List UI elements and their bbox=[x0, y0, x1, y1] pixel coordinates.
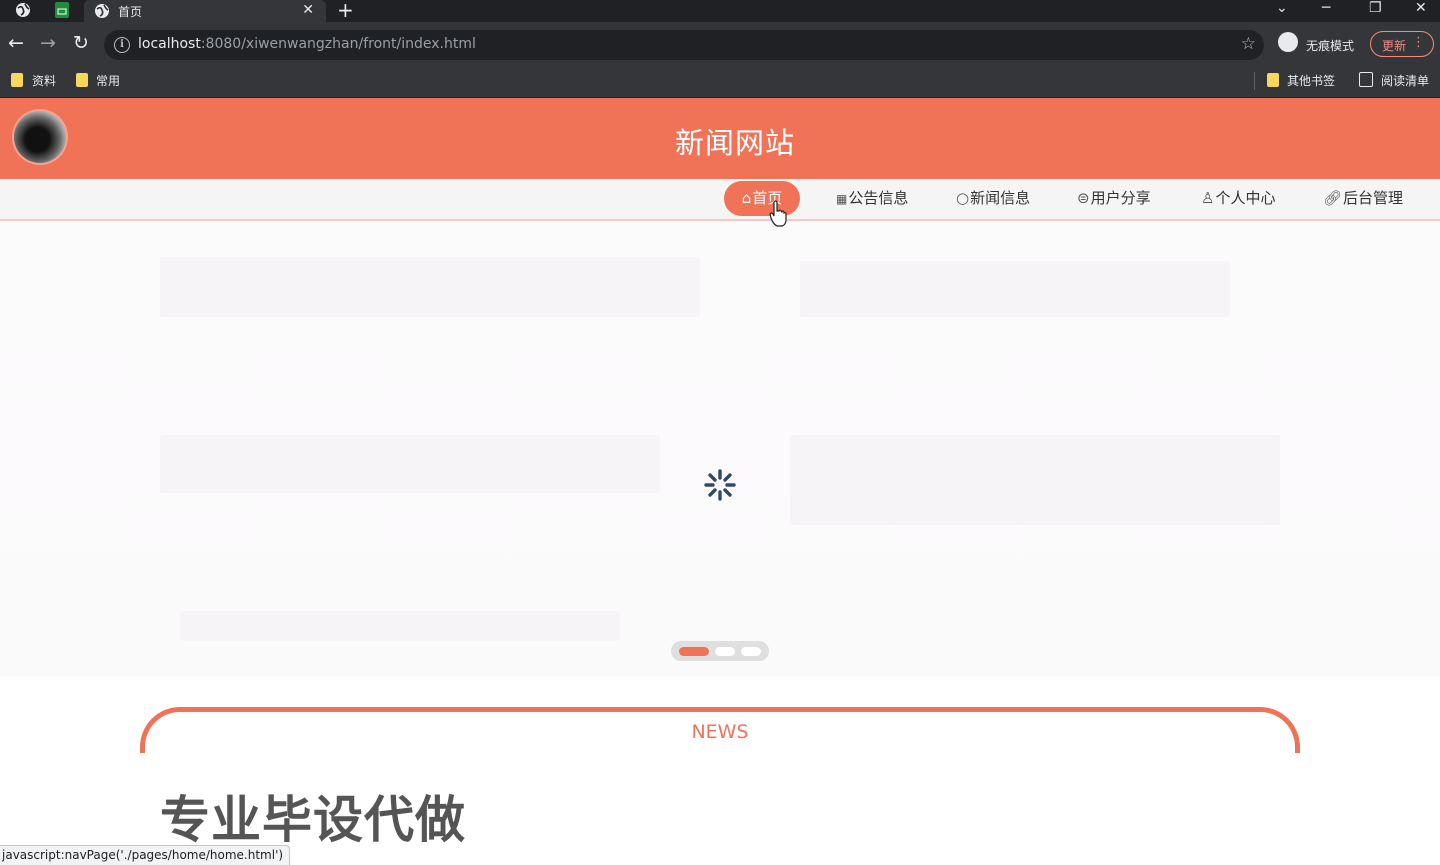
incognito-label[interactable]: 无痕模式 bbox=[1306, 37, 1354, 54]
nav-item-home[interactable]: ⌂首页 bbox=[724, 181, 800, 216]
folder-icon bbox=[1267, 73, 1279, 87]
loading-spinner-icon bbox=[704, 469, 736, 501]
loading-placeholder bbox=[180, 611, 620, 641]
loading-placeholder bbox=[790, 435, 1280, 525]
active-tab[interactable]: 首页 ✕ bbox=[84, 0, 326, 22]
bookmark-folder-changyong[interactable]: 常用 bbox=[96, 72, 120, 89]
home-icon: ⌂ bbox=[741, 189, 752, 207]
tab-search-icon[interactable]: ⌄ bbox=[1276, 0, 1288, 16]
close-window-icon[interactable]: ✕ bbox=[1415, 0, 1427, 16]
loading-placeholder bbox=[160, 257, 700, 317]
bookmark-star-icon[interactable]: ☆ bbox=[1241, 34, 1256, 54]
update-label: 更新 bbox=[1382, 39, 1407, 53]
reading-list[interactable]: 阅读清单 bbox=[1381, 72, 1429, 89]
loading-placeholder bbox=[800, 261, 1230, 317]
back-icon[interactable]: ← bbox=[8, 32, 24, 54]
reading-list-icon bbox=[1359, 72, 1373, 87]
minimize-icon[interactable]: ─ bbox=[1322, 0, 1330, 16]
news-section-title: NEWS bbox=[691, 721, 749, 743]
news-icon: ○ bbox=[956, 189, 970, 207]
globe-icon[interactable] bbox=[15, 2, 31, 18]
reload-icon[interactable]: ↻ bbox=[73, 32, 89, 54]
menu-dots-icon: ⋮ bbox=[1412, 35, 1425, 50]
carousel-dot[interactable] bbox=[679, 647, 709, 656]
bookmarks-bar: 资料 常用 其他书签 阅读清单 bbox=[0, 68, 1440, 98]
carousel-indicators bbox=[671, 641, 769, 661]
sheets-app-icon[interactable] bbox=[54, 2, 70, 18]
carousel-dot[interactable] bbox=[741, 647, 761, 656]
tab-close-icon[interactable]: ✕ bbox=[302, 2, 314, 18]
new-tab-icon[interactable]: + bbox=[337, 0, 354, 22]
folder-icon bbox=[76, 73, 88, 87]
hand-cursor-icon bbox=[769, 200, 787, 227]
bookmark-folder-ziliao[interactable]: 资料 bbox=[32, 72, 56, 89]
banner-carousel[interactable] bbox=[0, 221, 1440, 676]
user-icon: ♙ bbox=[1201, 189, 1215, 207]
nav-item-admin[interactable]: 🔗︎后台管理 bbox=[1323, 181, 1403, 216]
nav-item-share[interactable]: ⊜用户分享 bbox=[1077, 181, 1151, 216]
restore-icon[interactable]: ❐ bbox=[1369, 0, 1382, 16]
incognito-icon[interactable] bbox=[1278, 32, 1298, 52]
browser-toolbar: ← → ↻ i localhost:8080/xiwenwangzhan/fro… bbox=[0, 22, 1440, 68]
site-header: 新闻网站 bbox=[0, 98, 1440, 179]
nav-label: 个人中心 bbox=[1215, 189, 1276, 207]
bookmark-separator bbox=[1254, 72, 1255, 90]
link-status-bubble: javascript:navPage('./pages/home/home.ht… bbox=[0, 845, 291, 865]
notice-icon: ▦ bbox=[836, 192, 848, 206]
update-button[interactable]: 更新 ⋮ bbox=[1370, 31, 1434, 57]
site-info-icon[interactable]: i bbox=[114, 37, 130, 53]
nav-label: 新闻信息 bbox=[970, 189, 1031, 207]
nav-label: 公告信息 bbox=[848, 189, 909, 207]
promo-watermark: 专业毕设代做 bbox=[160, 791, 466, 849]
other-bookmarks[interactable]: 其他书签 bbox=[1287, 72, 1335, 89]
main-nav: ⌂首页 ▦公告信息 ○新闻信息 ⊜用户分享 ♙个人中心 🔗︎后台管理 bbox=[0, 179, 1440, 221]
nav-label: 后台管理 bbox=[1343, 189, 1404, 207]
tab-title: 首页 bbox=[118, 5, 143, 19]
url-text[interactable]: localhost:8080/xiwenwangzhan/front/index… bbox=[138, 36, 476, 52]
loading-placeholder bbox=[160, 435, 660, 493]
link-icon: 🔗︎ bbox=[1323, 189, 1343, 207]
globe-icon bbox=[95, 4, 109, 18]
nav-item-news[interactable]: ○新闻信息 bbox=[956, 181, 1030, 216]
nav-item-notices[interactable]: ▦公告信息 bbox=[836, 181, 908, 216]
forward-icon[interactable]: → bbox=[40, 32, 56, 54]
folder-icon bbox=[11, 73, 23, 87]
share-icon: ⊜ bbox=[1077, 189, 1090, 207]
carousel-dot[interactable] bbox=[715, 647, 735, 656]
browser-tab-strip: 首页 ✕ + ⌄ ─ ❐ ✕ bbox=[0, 0, 1440, 22]
site-title: 新闻网站 bbox=[674, 126, 795, 160]
nav-item-profile[interactable]: ♙个人中心 bbox=[1201, 181, 1275, 216]
nav-label: 用户分享 bbox=[1090, 189, 1151, 207]
address-bar[interactable]: i localhost:8080/xiwenwangzhan/front/ind… bbox=[104, 30, 1264, 60]
